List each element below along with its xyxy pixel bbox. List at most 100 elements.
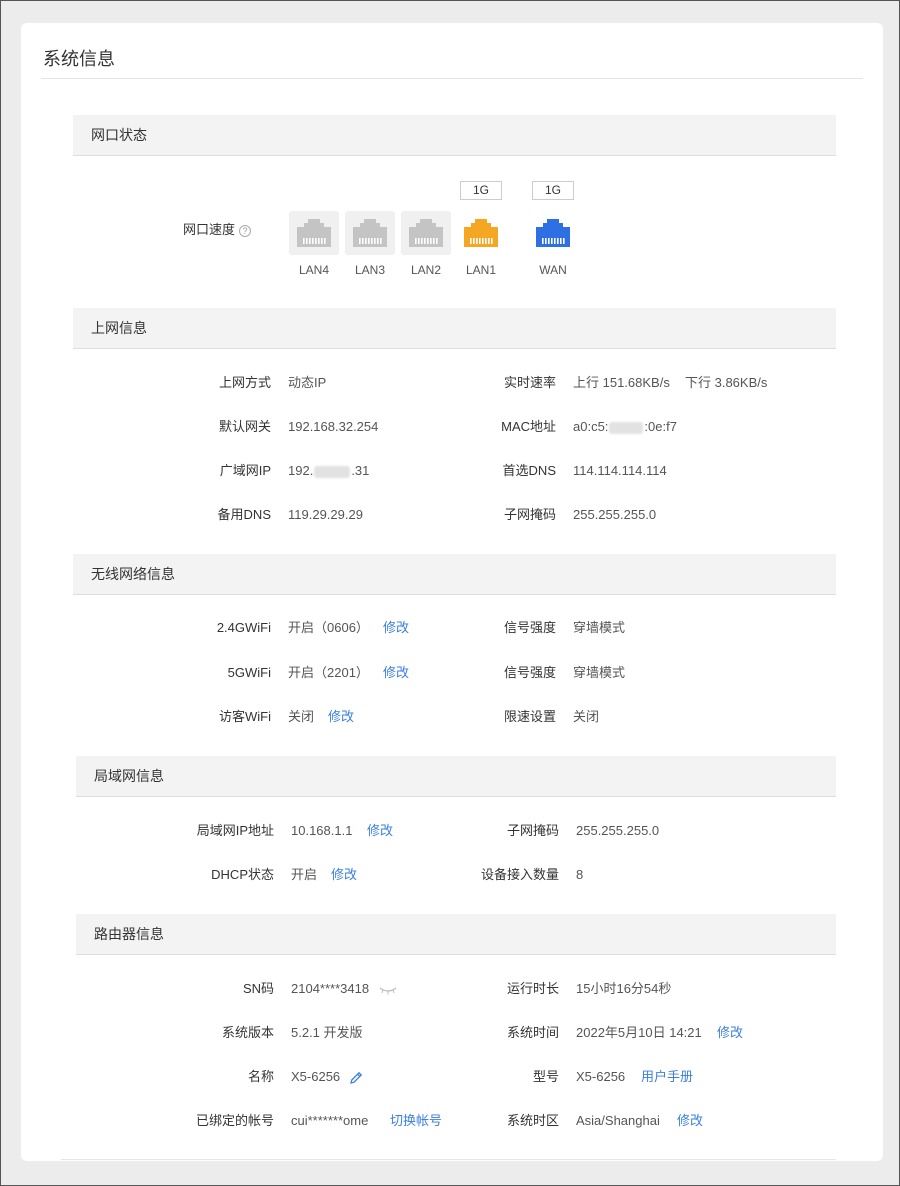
timezone-label: 系统时区	[506, 1113, 559, 1128]
port-pin	[415, 238, 417, 244]
sn-value: 2104****3418	[291, 979, 397, 999]
dns1-value: 114.114.114.114	[573, 463, 667, 478]
port-lan4	[289, 211, 339, 255]
port-pin	[318, 238, 320, 244]
redacted-blur	[609, 421, 644, 434]
port-body	[297, 219, 331, 247]
port-pin	[436, 238, 438, 244]
port-pin	[427, 238, 429, 244]
page-title: 系统信息	[43, 49, 115, 69]
name-value: X5-6256	[291, 1067, 364, 1087]
wifi24-label: 2.4GWiFi	[216, 620, 271, 635]
dns2-value: 119.29.29.29	[288, 507, 363, 522]
section-header-wireless: 无线网络信息	[73, 554, 836, 595]
mac-label: MAC地址	[501, 419, 556, 434]
wireless-row-1: 2.4GWiFi 开启（0606） 修改 信号强度 穿墙模式	[21, 618, 883, 638]
port-pin	[380, 238, 382, 244]
port-pin	[359, 238, 361, 244]
port-pin	[324, 238, 326, 244]
port-pin	[551, 238, 553, 244]
port-pin	[542, 238, 544, 244]
router-row-2: 系统版本 5.2.1 开发版 系统时间 2022年5月10日 14:21 修改	[21, 1023, 883, 1043]
speed-limit-value: 关闭	[573, 709, 600, 724]
ethernet-port-icon	[536, 219, 570, 247]
dns1-label: 首选DNS	[502, 463, 556, 478]
port-pin	[421, 238, 423, 244]
dhcp-edit-link[interactable]: 修改	[331, 865, 357, 885]
port-wan	[528, 211, 578, 255]
system-time-edit-link[interactable]: 修改	[717, 1023, 743, 1043]
port-pin	[560, 238, 562, 244]
lan-row-1: 局域网IP地址 10.168.1.1 修改 子网掩码 255.255.255.0	[21, 821, 883, 841]
port-pin	[479, 238, 481, 244]
sn-label: SN码	[242, 981, 274, 996]
port-name-lan1: LAN1	[465, 263, 497, 277]
port-pin	[433, 238, 435, 244]
speed-limit-label: 限速设置	[503, 709, 556, 724]
port-pin	[424, 238, 426, 244]
version-value: 5.2.1 开发版	[291, 1025, 363, 1040]
port-name-lan3: LAN3	[354, 263, 386, 277]
lan1-speed-badge: 1G	[460, 181, 502, 200]
lan-mask-value: 255.255.255.0	[576, 823, 660, 838]
eye-closed-icon[interactable]	[379, 985, 397, 995]
port-pin	[371, 238, 373, 244]
port-body	[464, 219, 498, 247]
internet-row-4: 备用DNS 119.29.29.29 子网掩码 255.255.255.0	[21, 505, 883, 525]
port-pin	[321, 238, 323, 244]
system-info-card: 系统信息 网口状态 网口速度? 1G 1G LAN4 LAN3 LAN2 LAN…	[21, 23, 883, 1161]
port-pin	[303, 238, 305, 244]
wan-ip-value: 192. .31	[288, 463, 370, 478]
port-pin	[485, 238, 487, 244]
wifi5-edit-link[interactable]: 修改	[383, 663, 409, 683]
mode-value: 动态IP	[288, 375, 327, 390]
port-speed-label: 网口速度?	[183, 220, 251, 240]
port-pin	[368, 238, 370, 244]
signal2-label: 信号强度	[503, 665, 556, 680]
port-lan1	[456, 211, 506, 255]
port-pin	[315, 238, 317, 244]
ethernet-port-icon	[353, 219, 387, 247]
port-pin	[563, 238, 565, 244]
dhcp-value: 开启	[291, 867, 318, 882]
guest-wifi-value: 关闭	[288, 709, 315, 724]
user-manual-link[interactable]: 用户手册	[641, 1067, 693, 1087]
system-time-label: 系统时间	[506, 1025, 559, 1040]
lan-ip-edit-link[interactable]: 修改	[367, 821, 393, 841]
port-pin	[312, 238, 314, 244]
port-lan3	[345, 211, 395, 255]
dhcp-label: DHCP状态	[211, 867, 274, 882]
port-body	[409, 219, 443, 247]
port-pin	[488, 238, 490, 244]
port-pin	[554, 238, 556, 244]
timezone-edit-link[interactable]: 修改	[677, 1111, 703, 1131]
bottom-divider	[61, 1159, 836, 1160]
uptime-value: 15小时16分54秒	[576, 981, 672, 996]
section-header-port-status: 网口状态	[73, 115, 836, 156]
port-pin	[545, 238, 547, 244]
title-divider	[41, 78, 863, 79]
guest-wifi-edit-link[interactable]: 修改	[328, 707, 354, 727]
gateway-value: 192.168.32.254	[288, 419, 379, 434]
router-row-4: 已绑定的帐号 cui*******ome 切换帐号 系统时区 Asia/Shan…	[21, 1111, 883, 1131]
version-label: 系统版本	[221, 1025, 274, 1040]
redacted-blur	[314, 465, 351, 478]
wifi5-value: 开启（2201）	[288, 665, 369, 680]
port-name-wan: WAN	[539, 263, 567, 277]
help-icon[interactable]: ?	[239, 224, 251, 237]
bound-account-label: 已绑定的帐号	[195, 1113, 274, 1128]
port-pin	[306, 238, 308, 244]
uptime-label: 运行时长	[506, 981, 559, 996]
ethernet-port-icon	[297, 219, 331, 247]
lan-mask-label: 子网掩码	[506, 823, 559, 838]
pencil-edit-icon[interactable]	[348, 1070, 364, 1086]
subnet-mask-label: 子网掩码	[503, 507, 556, 522]
port-pin	[548, 238, 550, 244]
internet-row-2: 默认网关 192.168.32.254 MAC地址 a0:c5::0e:f7	[21, 417, 883, 437]
signal1-label: 信号强度	[503, 620, 556, 635]
switch-account-link[interactable]: 切换帐号	[390, 1111, 442, 1131]
realtime-speed-label: 实时速率	[503, 375, 556, 390]
device-count-value: 8	[576, 867, 584, 882]
signal1-value: 穿墙模式	[573, 620, 626, 635]
wifi24-edit-link[interactable]: 修改	[383, 618, 409, 638]
